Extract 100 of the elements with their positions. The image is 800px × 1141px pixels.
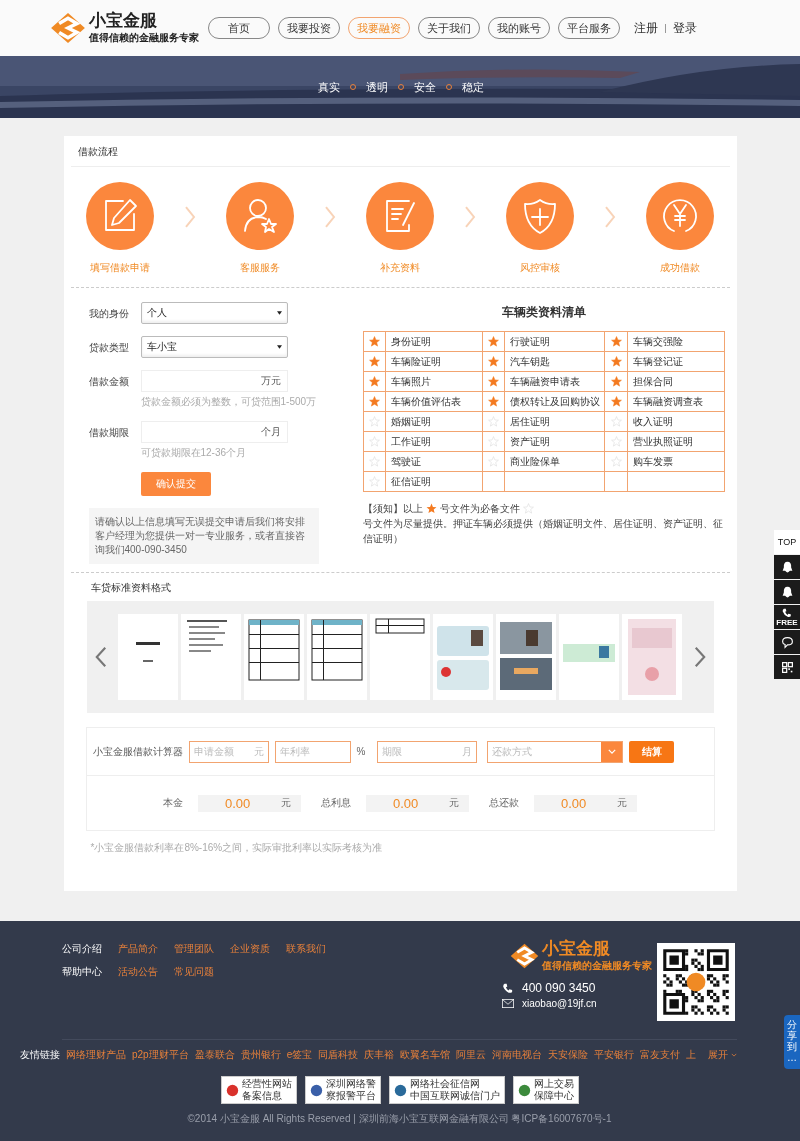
badge-text: 察报警平台 [325,1090,376,1102]
copyright-text: ©2014 小宝金服 All Rights Reserved | 深圳前海小宝互联网金融有限公司 粤ICP备16007670号-1 [186,1112,613,1126]
table-cell: 身份证明 [385,331,483,352]
step-label: 补充资料 [380,261,420,275]
friend-link[interactable]: 欧翼名车馆 [400,1048,451,1062]
calculate-button[interactable]: 结算 [629,740,675,763]
section-title: 车贷标准资料格式 [89,581,172,595]
badge-text: 备案信息 [241,1090,283,1102]
table-cell: 驾驶证 [385,451,483,472]
emblem-icon [393,1083,407,1097]
expand-link[interactable]: 展开 [708,1048,738,1062]
table-cell: 征信证明 [385,471,483,492]
register-link[interactable]: 注册 [634,23,666,33]
friend-link[interactable]: p2p理财平台 [132,1048,189,1062]
friend-link[interactable]: e签宝 [286,1048,313,1062]
select-field[interactable]: 车小宝 [140,336,288,358]
logo-name: 小宝金服 [89,11,158,31]
filled-star-icon [425,503,437,514]
email-address: xiaobao@19jf.cn [522,998,597,1009]
table-cell: 车辆融资申请表 [504,371,605,392]
footer-link[interactable]: 联系我们 [286,942,326,956]
logo-name: 小宝金服 [542,939,611,959]
select-field[interactable]: 个人 [140,302,288,324]
chevron-icon [603,205,616,229]
tagline-word: 真实 [318,79,340,95]
envelope-icon [502,998,514,1009]
table-cell: 资产证明 [504,431,605,452]
result-field: 0.00 元 [534,794,637,812]
table-cell: 居住证明 [504,411,605,432]
footer-heading-link[interactable]: 公司介绍 [62,942,102,956]
footer-heading-link[interactable]: 帮助中心 [62,965,102,979]
qr-code-button[interactable] [774,655,800,679]
notice-text: 【须知】以上 [362,502,423,516]
chat-button[interactable] [774,630,800,654]
table-cell: 工作证明 [385,431,483,452]
trust-badge[interactable]: 网络社会征信网 中国互联网诚信门户 [388,1076,505,1104]
input-field[interactable]: 万元 [140,370,288,392]
footer-link[interactable]: 常见问题 [174,965,214,979]
table-cell: 债权转让及回购协议 [504,391,605,412]
table-cell: 婚姻证明 [385,411,483,432]
tagline-word: 安全 [414,79,436,95]
submit-button[interactable]: 确认提交 [140,472,211,496]
result-field: 0.00 元 [366,794,469,812]
free-label: FREE [776,617,798,627]
logo-icon [50,12,86,44]
phone-number: 400 090 3450 [522,981,596,995]
yen-icon [644,181,715,251]
chevron-icon [184,205,197,229]
friend-link[interactable]: 网络理财产品 [66,1048,126,1062]
caret-icon [276,345,282,349]
badge-text: 网上交易 [533,1078,574,1090]
friend-link[interactable]: 河南电视台 [492,1048,543,1062]
badge-text: 深圳网络警 [325,1078,376,1090]
caret-icon [731,1053,738,1057]
trust-badge[interactable]: 网上交易 保障中心 [512,1076,579,1104]
badge-text: 保障中心 [533,1090,574,1102]
input-field[interactable]: 个月 [140,421,288,443]
friend-link[interactable]: 庆丰裕 [364,1048,395,1062]
friend-link[interactable]: 天安保险 [548,1048,589,1062]
friend-link[interactable]: 贵州银行 [240,1048,281,1062]
checklist-title: 车辆类资料清单 [500,304,587,321]
friend-link[interactable]: 同盾科技 [318,1048,359,1062]
share-tab[interactable]: 分享到… [784,1015,800,1069]
result-label: 总还款 [489,796,519,810]
step-label: 填写借款申请 [90,261,151,275]
result-label: 总利息 [321,796,351,810]
footer-link[interactable]: 管理团队 [174,942,214,956]
table-cell: 车辆登记证 [627,351,724,372]
trust-badge[interactable]: 深圳网络警 察报警平台 [304,1076,381,1104]
field-label: 贷款类型 [88,341,130,355]
footer-link[interactable]: 产品简介 [118,942,158,956]
table-cell: 购车发票 [627,451,724,472]
back-to-top-button[interactable]: TOP [774,530,800,554]
table-cell: 车辆融资调查表 [627,391,724,412]
field-label: 我的身份 [88,307,130,321]
phone-button[interactable]: FREE [774,605,800,629]
table-cell: 车辆险证明 [385,351,483,372]
field-label: 借款金额 [88,375,130,389]
footer-link[interactable]: 活动公告 [118,965,158,979]
chevron-icon [463,205,476,229]
calculator-title: 小宝金服借款计算器 [92,744,183,759]
unit-label: 万元 [260,374,281,388]
friend-link[interactable]: 平安银行 [594,1048,635,1062]
friend-link[interactable]: 富友支付 [640,1048,681,1062]
edit-icon [85,181,156,251]
table-cell: 收入证明 [627,411,724,432]
friend-link[interactable]: 盈泰联合 [194,1048,235,1062]
chat-icon [780,635,794,649]
emblem-icon [225,1083,239,1097]
table-cell: 车辆价值评估表 [385,391,483,412]
shield-icon [504,181,575,251]
footer-link[interactable]: 企业资质 [230,942,270,956]
emblem-icon [309,1083,323,1097]
phone-icon [502,982,514,994]
badge-text: 经营性网站 [241,1078,292,1090]
friend-link[interactable]: 阿里云 [456,1048,487,1062]
friend-link[interactable]: 上 [686,1048,697,1062]
trust-badge[interactable]: 经营性网站 备案信息 [220,1076,297,1104]
login-link[interactable]: 登录 [673,19,697,37]
emblem-icon [517,1083,531,1097]
